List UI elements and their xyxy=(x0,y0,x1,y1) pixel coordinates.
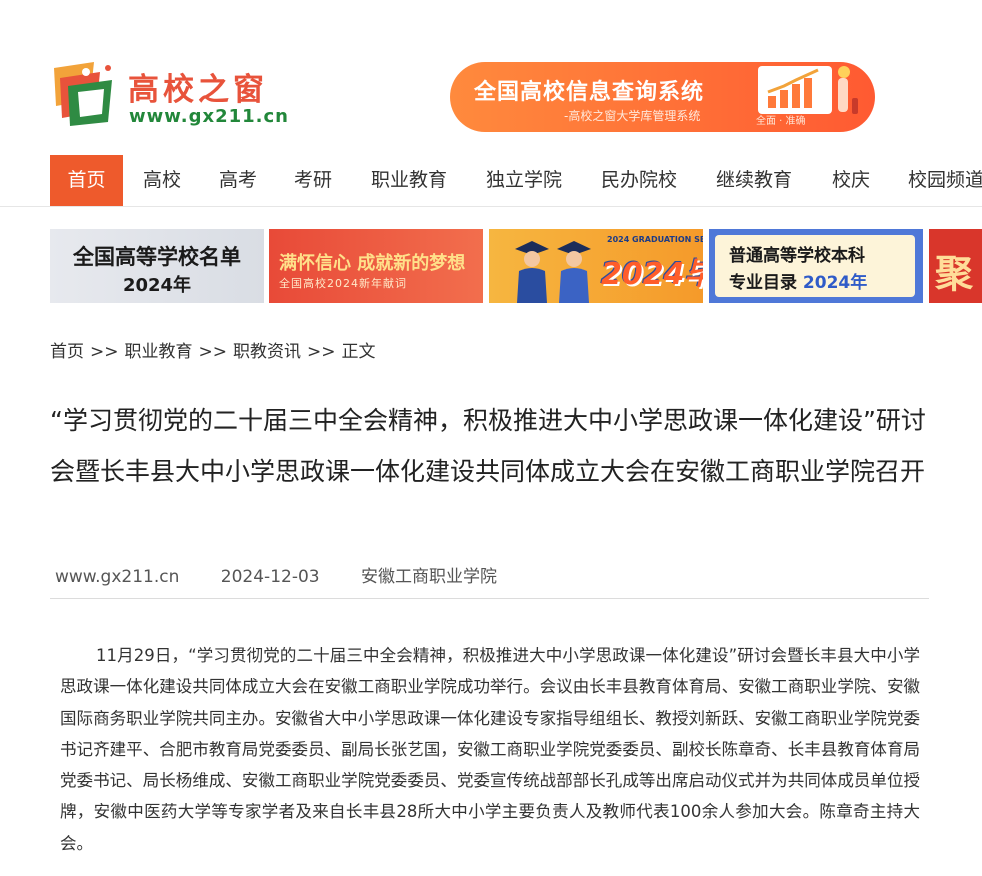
article-meta: www.gx211.cn 2024-12-03 安徽工商职业学院 xyxy=(55,562,533,587)
nav-item-campus[interactable]: 校园频道 xyxy=(893,155,982,206)
nav-item-colleges[interactable]: 高校 xyxy=(128,155,196,206)
breadcrumb-current: 正文 xyxy=(341,342,376,362)
banner-partial-text: 聚 xyxy=(935,252,974,296)
banner-partial[interactable]: 聚 xyxy=(929,229,982,303)
banner-undergrad-year: 2024年 xyxy=(802,273,868,293)
banner-undergrad-title: 普通高等学校本科 xyxy=(729,246,865,266)
banner-college-list-year: 2024年 xyxy=(122,275,192,296)
breadcrumb-separator: >> xyxy=(198,342,228,362)
banner-new-year-title: 满怀信心 成就新的梦想 xyxy=(279,253,466,274)
breadcrumb-separator: >> xyxy=(307,342,336,362)
article-body: 11月29日，“学习贯彻党的二十届三中全会精神，积极推进大中小学思政课一体化建设… xyxy=(60,646,920,853)
breadcrumb-separator: >> xyxy=(90,342,119,362)
logo-icon xyxy=(54,62,112,126)
logo-url: www.gx211.cn xyxy=(129,106,289,127)
promo-tag: 全面 · 准确 xyxy=(756,116,806,127)
nav-item-vocational[interactable]: 职业教育 xyxy=(356,155,462,206)
article-date: 2024-12-03 xyxy=(220,567,320,587)
graduate-figure-icon xyxy=(515,241,549,303)
banner-new-year-subtitle: 全国高校2024新年献词 xyxy=(279,277,407,290)
banner-college-list[interactable]: 全国高等学校名单 2024年 xyxy=(50,229,264,303)
promo-subtitle: -高校之窗大学库管理系统 xyxy=(564,109,701,123)
banner-graduation-season[interactable]: 2024 GRADUATION SEASON 2024毕业季 xyxy=(489,229,703,303)
banner-college-list-title: 全国高等学校名单 xyxy=(73,245,241,269)
nav-item-independent[interactable]: 独立学院 xyxy=(471,155,577,206)
article-source-site: www.gx211.cn xyxy=(55,567,180,587)
breadcrumb: 首页 >> 职业教育 >> 职教资讯 >> 正文 xyxy=(50,337,376,362)
article-author: 安徽工商职业学院 xyxy=(361,567,497,587)
nav-item-postgrad[interactable]: 考研 xyxy=(279,155,347,206)
article-title: “学习贯彻党的二十届三中全会精神，积极推进大中小学思政课一体化建设”研讨会暨长丰… xyxy=(50,406,926,486)
site-logo[interactable]: 高校之窗 www.gx211.cn xyxy=(50,60,320,130)
breadcrumb-news[interactable]: 职教资讯 xyxy=(233,342,301,362)
breadcrumb-home[interactable]: 首页 xyxy=(50,342,84,362)
main-nav: 首页 高校 高考 考研 职业教育 独立学院 民办院校 继续教育 校庆 校园频道 xyxy=(0,155,982,207)
breadcrumb-vocational[interactable]: 职业教育 xyxy=(125,342,193,362)
logo-title: 高校之窗 xyxy=(128,72,268,108)
nav-item-continuing[interactable]: 继续教育 xyxy=(701,155,807,206)
banner-new-year-address[interactable]: 满怀信心 成就新的梦想 全国高校2024新年献词 xyxy=(269,229,483,303)
banner-graduation-title: 2024毕业季 xyxy=(601,257,703,292)
banner-graduation-season-label: 2024 GRADUATION SEASON xyxy=(607,235,703,244)
nav-item-home[interactable]: 首页 xyxy=(50,155,123,206)
nav-item-private[interactable]: 民办院校 xyxy=(586,155,692,206)
nav-item-gaokao[interactable]: 高考 xyxy=(204,155,272,206)
graduate-figure-icon xyxy=(557,241,591,303)
banner-undergrad-catalog[interactable]: 普通高等学校本科 专业目录 2024年 xyxy=(709,229,923,303)
meta-divider xyxy=(50,598,929,599)
banner-undergrad-card: 普通高等学校本科 专业目录 2024年 xyxy=(715,235,915,297)
nav-item-anniversary[interactable]: 校庆 xyxy=(817,155,885,206)
promo-title: 全国高校信息查询系统 xyxy=(474,80,705,105)
college-search-promo[interactable]: 全国高校信息查询系统 -高校之窗大学库管理系统 全面 · 准确 xyxy=(450,62,875,132)
banner-undergrad-catalog-label: 专业目录 xyxy=(729,273,797,293)
